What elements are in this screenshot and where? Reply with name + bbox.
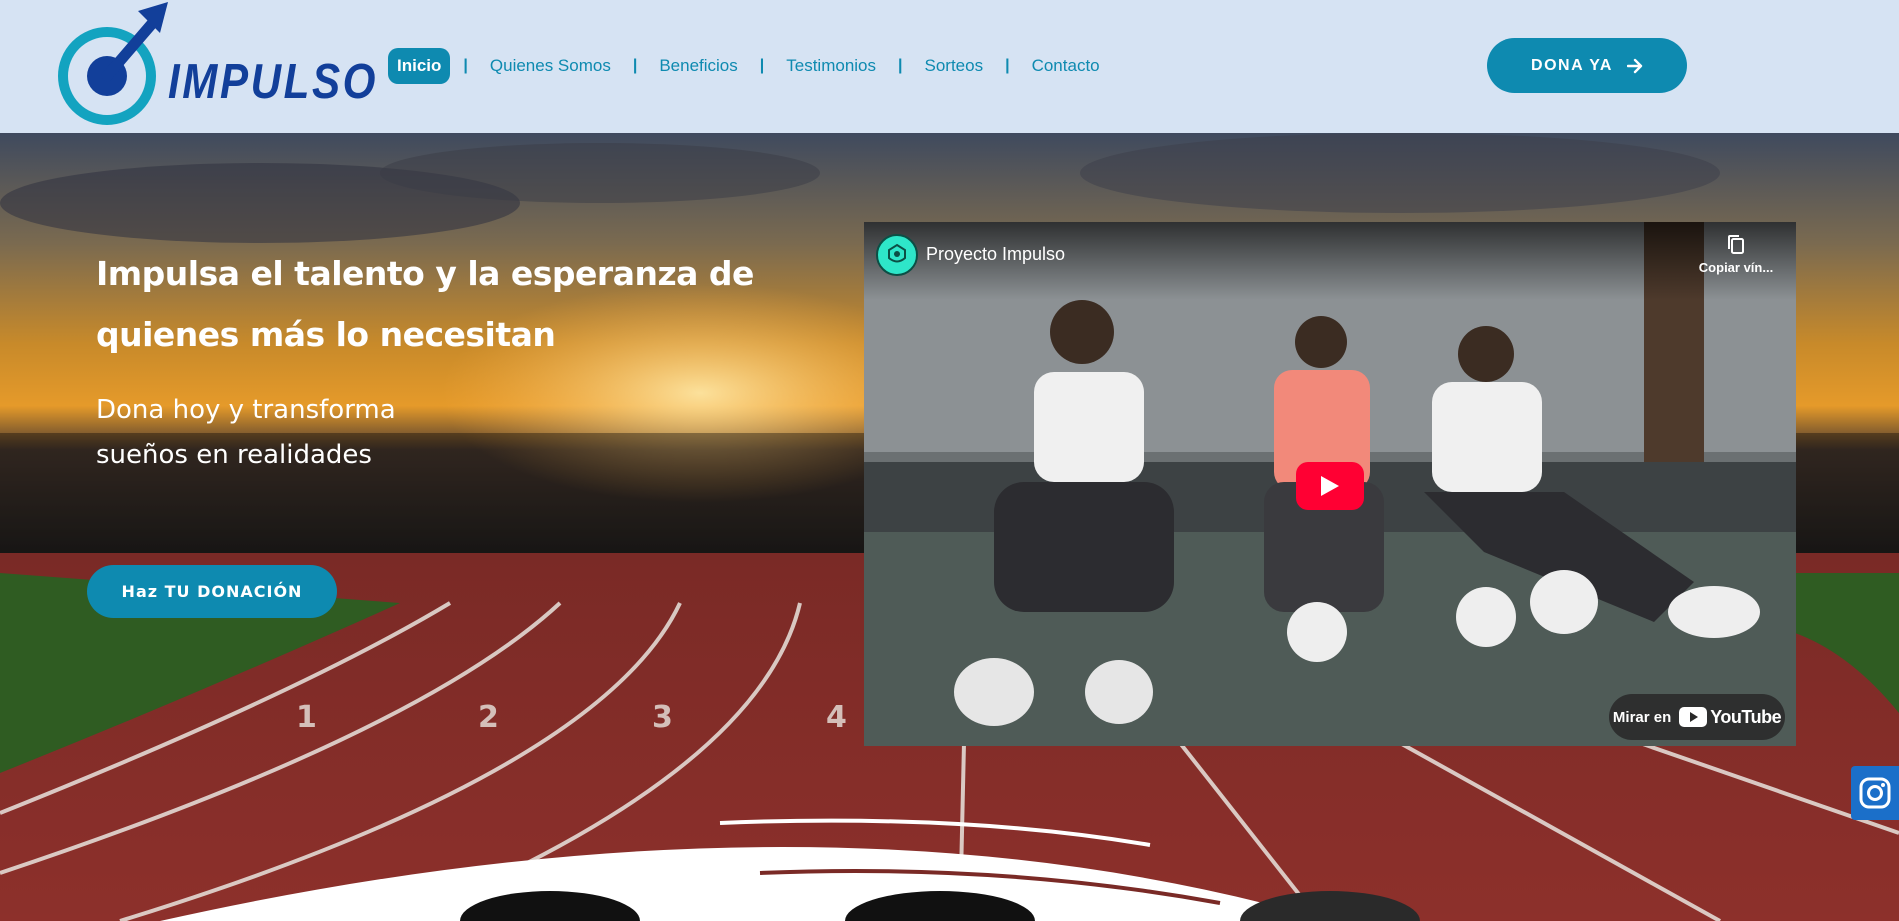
youtube-logo: YouTube	[1679, 706, 1782, 728]
watch-on-label: Mirar en	[1612, 708, 1672, 726]
hero-subtitle-line1: Dona hoy y transforma	[96, 395, 396, 425]
logo-mark-icon	[58, 2, 168, 125]
nav-separator: |	[759, 57, 765, 74]
svg-text:2: 2	[478, 700, 499, 735]
instagram-icon	[1859, 777, 1891, 809]
copy-link-label: Copiar vín...	[1698, 260, 1774, 275]
svg-text:4: 4	[826, 700, 847, 735]
instagram-button[interactable]	[1851, 766, 1899, 820]
arrow-right-icon	[1626, 58, 1643, 73]
hero-title: Impulsa el talento y la esperanza de qui…	[96, 243, 796, 365]
hero-title-line2: quienes más lo necesitan	[96, 315, 556, 354]
youtube-video-embed[interactable]: Proyecto Impulso Copiar vín... Mirar en	[864, 222, 1796, 746]
hero-title-line1: Impulsa el talento y la esperanza de	[96, 254, 754, 293]
video-title[interactable]: Proyecto Impulso	[926, 244, 1065, 265]
channel-avatar[interactable]	[876, 234, 918, 276]
nav-item-testimonios[interactable]: Testimonios	[777, 48, 885, 84]
nav-item-sorteos[interactable]: Sorteos	[916, 48, 993, 84]
nav-separator: |	[463, 57, 468, 74]
nav-item-contacto[interactable]: Contacto	[1023, 48, 1109, 84]
main-nav: Inicio | Quienes Somos | Beneficios | Te…	[388, 48, 1109, 84]
play-icon	[1321, 476, 1339, 496]
dona-ya-button[interactable]: DONA YA	[1487, 38, 1687, 93]
nav-item-inicio[interactable]: Inicio	[388, 48, 451, 84]
hero-subtitle-line2: sueños en realidades	[96, 440, 372, 470]
video-title-bar: Proyecto Impulso Copiar vín...	[864, 222, 1796, 300]
nav-separator: |	[1005, 57, 1010, 74]
play-button[interactable]	[1296, 462, 1364, 510]
nav-item-quienes-somos[interactable]: Quienes Somos	[481, 48, 620, 84]
channel-emblem-icon	[888, 243, 906, 263]
nav-item-beneficios[interactable]: Beneficios	[650, 48, 746, 84]
youtube-wordmark: YouTube	[1710, 706, 1782, 727]
svg-text:3: 3	[652, 700, 673, 735]
watch-on-youtube-button[interactable]: Mirar en YouTube	[1609, 694, 1785, 740]
copy-link-button[interactable]: Copiar vín...	[1688, 234, 1784, 275]
hero-subtitle: Dona hoy y transforma sueños en realidad…	[96, 388, 596, 478]
impulso-logo[interactable]: IMPULSO	[56, 2, 375, 126]
site-header: IMPULSO Inicio | Quienes Somos | Benefic…	[0, 0, 1899, 133]
youtube-icon	[1679, 707, 1708, 727]
logo-text: IMPULSO	[168, 55, 379, 109]
copy-icon	[1728, 235, 1744, 254]
haz-tu-donacion-button[interactable]: Haz TU DONACIÓN	[87, 565, 337, 618]
nav-separator: |	[898, 57, 903, 74]
hero-section: 1 2 3 4 Impulsa el talento y la esperanz…	[0, 133, 1899, 921]
nav-separator: |	[632, 57, 638, 74]
svg-text:1: 1	[296, 700, 317, 735]
dona-ya-label: DONA YA	[1531, 56, 1613, 74]
